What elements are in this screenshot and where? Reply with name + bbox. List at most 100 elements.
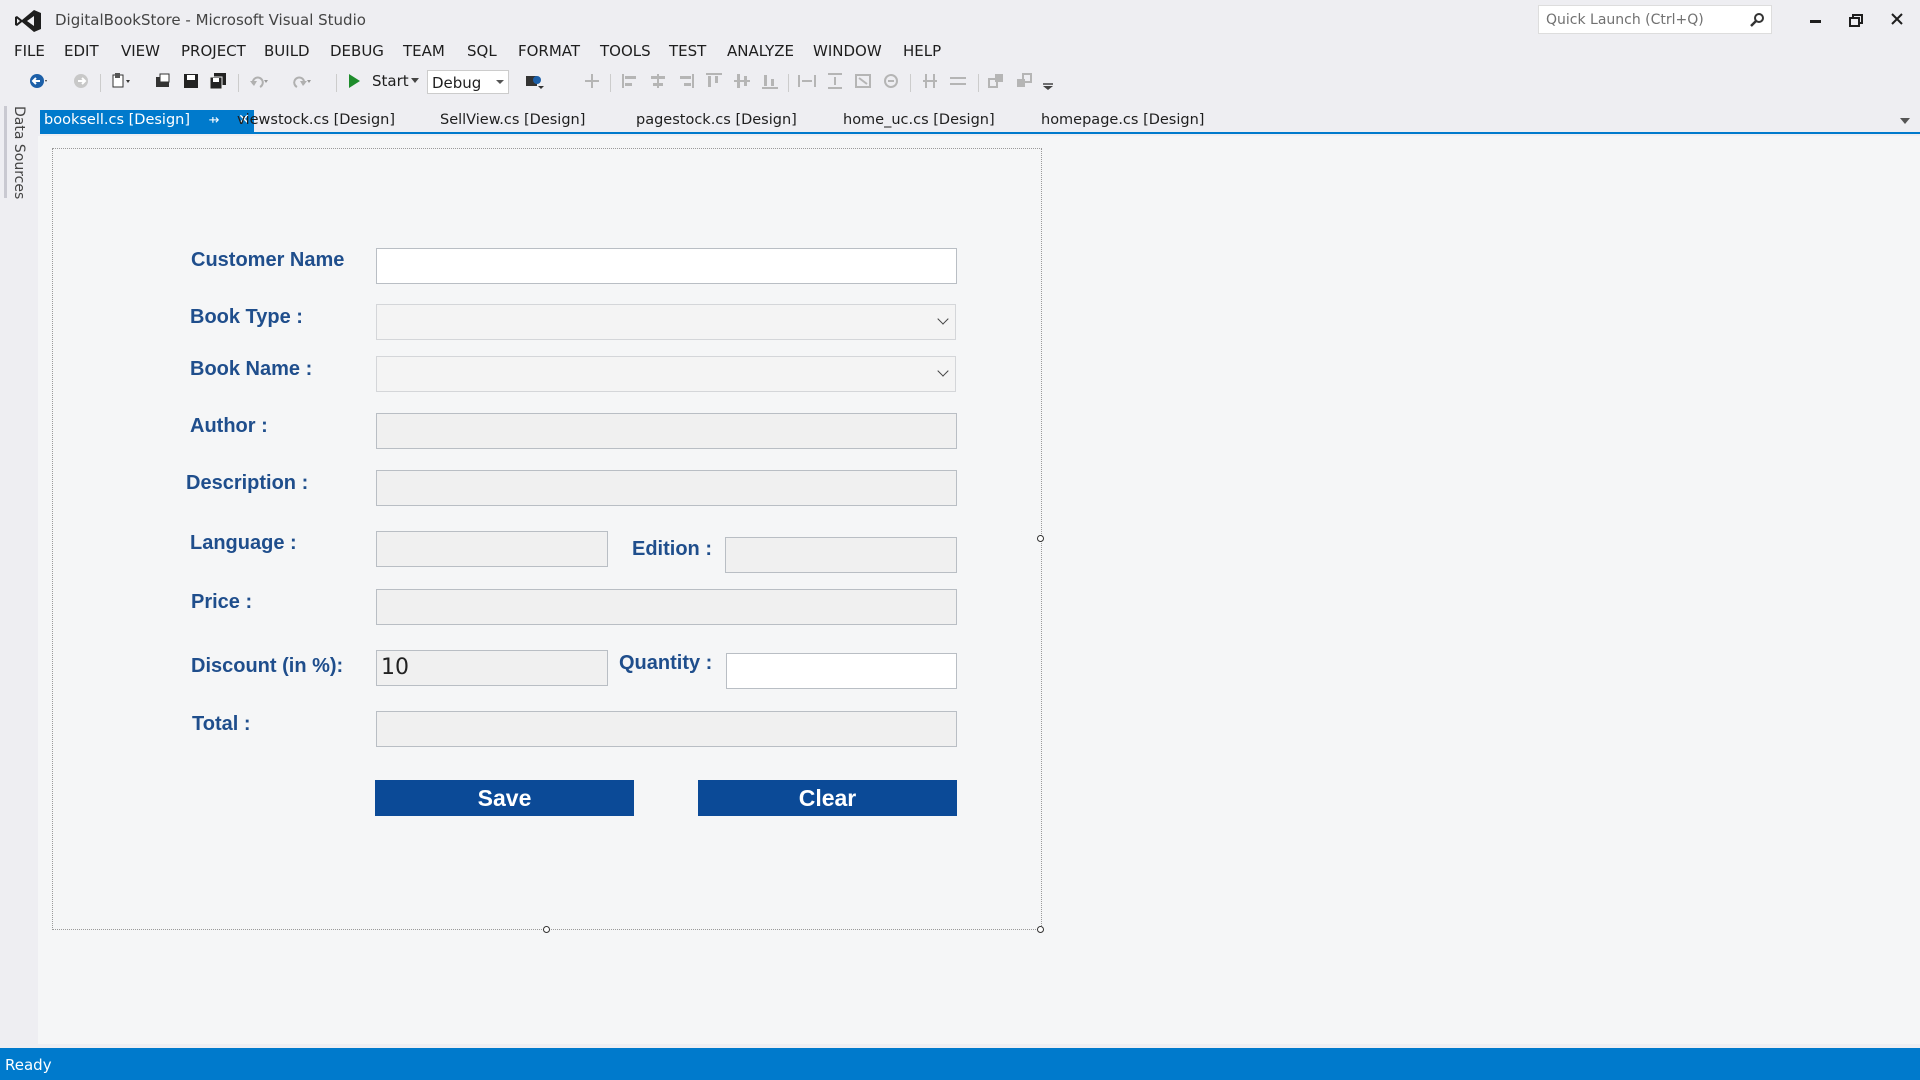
find-in-files-icon[interactable] bbox=[524, 72, 544, 90]
document-tab-well: booksell.cs [Design] ⇸ ✕ viewstock.cs [D… bbox=[40, 110, 1920, 134]
menu-file[interactable]: FILE bbox=[14, 42, 45, 60]
make-same-height-icon[interactable] bbox=[825, 72, 845, 90]
play-icon bbox=[349, 74, 360, 88]
chevron-down-icon[interactable] bbox=[410, 78, 420, 84]
size-to-grid-icon[interactable] bbox=[881, 72, 901, 90]
minimize-icon[interactable] bbox=[1800, 6, 1830, 34]
menu-help[interactable]: HELP bbox=[903, 42, 941, 60]
status-text: Ready bbox=[5, 1056, 52, 1074]
navigate-back-icon[interactable] bbox=[28, 72, 48, 90]
visual-studio-logo-icon bbox=[15, 10, 41, 32]
tab-label: viewstock.cs [Design] bbox=[237, 112, 395, 128]
resize-handle-corner[interactable] bbox=[1037, 926, 1044, 933]
menu-team[interactable]: TEAM bbox=[403, 42, 445, 60]
align-rights-icon[interactable] bbox=[676, 72, 696, 90]
tab-homepage-design[interactable]: homepage.cs [Design] bbox=[1037, 110, 1208, 133]
author-label: Author : bbox=[190, 415, 268, 437]
new-project-icon[interactable] bbox=[110, 72, 130, 90]
book-type-select[interactable] bbox=[376, 304, 956, 340]
menu-project[interactable]: PROJECT bbox=[181, 42, 246, 60]
align-tops-icon[interactable] bbox=[704, 72, 724, 90]
save-all-icon[interactable] bbox=[208, 72, 228, 90]
toolbar-overflow-icon[interactable] bbox=[1038, 72, 1058, 90]
tab-label: homepage.cs [Design] bbox=[1041, 112, 1205, 128]
send-to-back-icon[interactable] bbox=[1014, 72, 1034, 90]
tab-home-uc-design[interactable]: home_uc.cs [Design] bbox=[839, 110, 999, 133]
undo-icon[interactable] bbox=[248, 72, 268, 90]
navigate-forward-icon[interactable] bbox=[72, 72, 92, 90]
status-bar: Ready bbox=[0, 1048, 1920, 1080]
tab-list-dropdown-icon[interactable] bbox=[1900, 118, 1910, 124]
toolbar: Start Debug bbox=[0, 68, 1920, 96]
vertical-spacing-icon[interactable] bbox=[948, 72, 968, 90]
language-label: Language : bbox=[190, 532, 297, 554]
data-sources-tab[interactable]: Data Sources bbox=[11, 106, 27, 199]
menu-view[interactable]: VIEW bbox=[121, 42, 160, 60]
language-field[interactable] bbox=[376, 531, 608, 567]
horizontal-spacing-icon[interactable] bbox=[920, 72, 940, 90]
quantity-field[interactable] bbox=[726, 653, 957, 689]
book-type-label: Book Type : bbox=[190, 306, 303, 328]
make-same-width-icon[interactable] bbox=[797, 72, 817, 90]
menu-test[interactable]: TEST bbox=[669, 42, 706, 60]
tab-pagestock-design[interactable]: pagestock.cs [Design] bbox=[632, 110, 801, 133]
chevron-down-icon bbox=[496, 80, 504, 84]
redo-icon[interactable] bbox=[291, 72, 311, 90]
quick-launch-placeholder: Quick Launch (Ctrl+Q) bbox=[1546, 12, 1704, 28]
solution-configuration-value: Debug bbox=[432, 74, 482, 92]
align-to-grid-icon[interactable] bbox=[582, 72, 602, 90]
menu-sql[interactable]: SQL bbox=[467, 42, 497, 60]
discount-label: Discount (in %): bbox=[191, 655, 344, 677]
resize-handle-bottom[interactable] bbox=[543, 926, 550, 933]
discount-field[interactable]: 10 bbox=[376, 650, 608, 686]
total-label: Total : bbox=[192, 713, 251, 735]
total-field[interactable] bbox=[376, 711, 957, 747]
menu-bar: FILE EDIT VIEW PROJECT BUILD DEBUG TEAM … bbox=[0, 40, 1920, 62]
edition-field[interactable] bbox=[725, 537, 957, 573]
menu-build[interactable]: BUILD bbox=[264, 42, 310, 60]
tab-label: SellView.cs [Design] bbox=[440, 112, 586, 128]
menu-analyze[interactable]: ANALYZE bbox=[727, 42, 794, 60]
description-field[interactable] bbox=[376, 470, 957, 506]
title-bar: DigitalBookStore - Microsoft Visual Stud… bbox=[0, 0, 1920, 40]
toolbar-separator bbox=[336, 74, 337, 92]
toolbar-separator bbox=[610, 74, 611, 92]
menu-window[interactable]: WINDOW bbox=[813, 42, 882, 60]
close-window-icon[interactable] bbox=[1882, 6, 1912, 34]
customer-name-label: Customer Name bbox=[191, 249, 345, 271]
quick-launch-input[interactable]: Quick Launch (Ctrl+Q) bbox=[1538, 5, 1772, 34]
left-tool-strip bbox=[0, 100, 38, 1044]
align-centers-icon[interactable] bbox=[648, 72, 668, 90]
author-field[interactable] bbox=[376, 413, 957, 449]
solution-configuration-select[interactable]: Debug bbox=[427, 70, 509, 94]
menu-format[interactable]: FORMAT bbox=[518, 42, 580, 60]
price-field[interactable] bbox=[376, 589, 957, 625]
search-icon[interactable] bbox=[1749, 12, 1765, 28]
menu-debug[interactable]: DEBUG bbox=[330, 42, 384, 60]
description-label: Description : bbox=[186, 472, 309, 494]
toolbar-separator bbox=[910, 74, 911, 92]
menu-tools[interactable]: TOOLS bbox=[600, 42, 651, 60]
clear-button[interactable]: Clear bbox=[698, 780, 957, 816]
restore-icon[interactable] bbox=[1842, 6, 1872, 34]
align-bottoms-icon[interactable] bbox=[760, 72, 780, 90]
book-name-select[interactable] bbox=[376, 356, 956, 392]
open-file-icon[interactable] bbox=[153, 72, 173, 90]
pin-icon[interactable]: ⇸ bbox=[209, 113, 220, 128]
resize-handle-right[interactable] bbox=[1037, 535, 1044, 542]
align-middles-icon[interactable] bbox=[732, 72, 752, 90]
tab-sellview-design[interactable]: SellView.cs [Design] bbox=[436, 110, 589, 133]
menu-edit[interactable]: EDIT bbox=[64, 42, 99, 60]
quantity-label: Quantity : bbox=[619, 652, 713, 674]
make-same-size-icon[interactable] bbox=[853, 72, 873, 90]
bring-to-front-icon[interactable] bbox=[986, 72, 1006, 90]
save-icon[interactable] bbox=[181, 72, 201, 90]
save-button[interactable]: Save bbox=[375, 780, 634, 816]
customer-name-field[interactable] bbox=[376, 248, 957, 284]
window-title: DigitalBookStore - Microsoft Visual Stud… bbox=[55, 11, 366, 29]
tab-viewstock-design[interactable]: viewstock.cs [Design] bbox=[233, 110, 399, 133]
toolbar-separator bbox=[238, 74, 239, 92]
start-label: Start bbox=[372, 72, 409, 90]
align-lefts-icon[interactable] bbox=[620, 72, 640, 90]
tab-booksell-design[interactable]: booksell.cs [Design] ⇸ ✕ bbox=[40, 110, 254, 133]
